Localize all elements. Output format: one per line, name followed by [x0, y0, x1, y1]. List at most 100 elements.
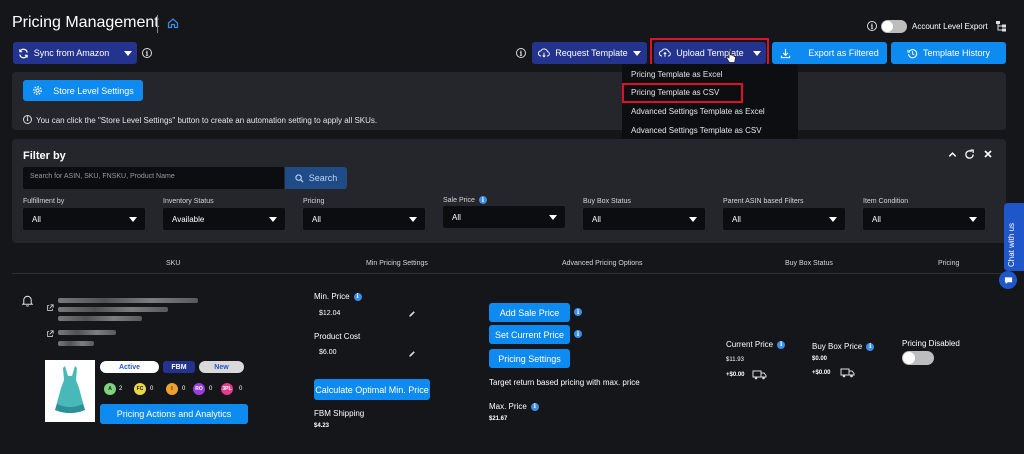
sync-from-amazon-button[interactable]: Sync from Amazon [13, 42, 137, 64]
item-condition-select[interactable]: All [863, 208, 985, 230]
sale-price-label-text: Sale Price [443, 196, 475, 204]
store-level-settings-button[interactable]: Store Level Settings [23, 80, 143, 101]
pricing-settings-button[interactable]: Pricing Settings [489, 349, 570, 368]
pricing-disabled-label: Pricing Disabled [902, 339, 960, 348]
target-return-text: Target return based pricing with max. pr… [489, 378, 640, 387]
set-current-price-button[interactable]: Set Current Price [489, 325, 570, 344]
counter-i-icon: I [166, 383, 178, 395]
max-price-label-text: Max. Price [489, 402, 527, 411]
product-title-blurred [58, 298, 198, 303]
max-price-value: $21.67 [489, 416, 508, 422]
sale-price-info-icon[interactable]: i [478, 196, 487, 204]
fbm-shipping-label: FBM Shipping [314, 409, 365, 418]
refresh-icon[interactable] [964, 149, 975, 160]
export-as-filtered-button[interactable]: Export as Filtered [772, 42, 887, 64]
status-badge-fbm: FBM [163, 361, 195, 373]
pricing-select[interactable]: All [303, 208, 425, 230]
close-icon[interactable] [983, 149, 993, 159]
column-header-advanced-pricing: Advanced Pricing Options [562, 260, 643, 267]
asin-blurred [58, 341, 94, 346]
fulfillment-select[interactable]: All [23, 208, 145, 230]
set-current-info-icon[interactable]: i [574, 330, 582, 338]
account-export-info-icon[interactable]: i [867, 21, 877, 31]
current-price-value: $11.93 [726, 357, 744, 363]
add-sale-info-icon[interactable]: i [574, 308, 582, 316]
sale-price-select[interactable]: All [443, 206, 565, 228]
column-header-min-pricing: Min Pricing Settings [366, 260, 428, 267]
external-link-icon[interactable] [46, 330, 54, 338]
search-button-label: Search [308, 173, 338, 183]
chevron-down-icon [689, 216, 697, 222]
pencil-icon[interactable] [408, 350, 416, 358]
counter-3pl-icon: 3PL [221, 383, 233, 395]
store-settings-info-icon: i [23, 115, 32, 124]
search-input[interactable]: Search for ASIN, SKU, FNSKU, Product Nam… [23, 167, 284, 189]
filter-label-pricing: Pricing [303, 198, 325, 205]
request-template-label: Request Template [555, 48, 628, 58]
menu-item-advanced-excel[interactable]: Advanced Settings Template as Excel [631, 107, 765, 116]
request-info-icon[interactable]: i [516, 48, 526, 58]
sync-info-icon[interactable]: i [142, 48, 152, 58]
menu-item-advanced-csv[interactable]: Advanced Settings Template as CSV [631, 126, 762, 135]
chat-bubble-button[interactable] [999, 271, 1017, 289]
chat-with-us-tab[interactable]: Chat with us [1004, 203, 1024, 271]
truck-icon [840, 367, 855, 378]
chevron-down-icon [409, 216, 417, 222]
counter-a-count: 2 [119, 386, 123, 392]
status-badge-active: Active [100, 361, 159, 373]
download-icon [780, 48, 791, 59]
filter-label-parent-asin: Parent ASIN based Filters [723, 198, 804, 205]
buy-box-status-select[interactable]: All [583, 208, 705, 230]
inventory-status-value: Available [172, 214, 205, 224]
min-price-label: Min. Price i [314, 292, 362, 301]
product-thumbnail-icon [55, 366, 85, 413]
chat-icon [1004, 276, 1013, 285]
sync-label: Sync from Amazon [33, 48, 110, 58]
filter-title: Filter by [23, 150, 66, 162]
external-link-icon[interactable] [46, 304, 54, 312]
search-icon [295, 173, 304, 183]
bell-icon[interactable] [21, 294, 34, 307]
buybox-price-info-icon[interactable]: i [866, 342, 875, 351]
fbm-shipping-value: $4.23 [314, 423, 330, 429]
title-divider [157, 15, 158, 33]
counter-a-icon: A [104, 383, 116, 395]
current-price-info-icon[interactable]: i [777, 340, 786, 349]
max-price-info-icon[interactable]: i [530, 402, 539, 411]
inventory-status-select[interactable]: Available [163, 208, 285, 230]
pencil-icon[interactable] [408, 310, 416, 318]
sitemap-icon[interactable] [995, 20, 1007, 32]
request-template-button[interactable]: Request Template [532, 42, 647, 64]
item-condition-value: All [872, 214, 881, 224]
counter-ro-count: 0 [209, 386, 213, 392]
add-sale-price-button[interactable]: Add Sale Price [489, 303, 570, 322]
export-filtered-label: Export as Filtered [808, 48, 879, 58]
column-header-pricing: Pricing [938, 260, 960, 267]
product-title-blurred-line2 [58, 307, 168, 312]
template-history-button[interactable]: Template History [891, 42, 1006, 64]
max-price-label: Max. Price i [489, 402, 539, 411]
chevron-down-icon [124, 50, 133, 56]
gear-icon [32, 85, 43, 96]
product-image [45, 360, 95, 422]
calculate-optimal-min-price-button[interactable]: Calculate Optimal Min. Price [314, 379, 430, 400]
search-button[interactable]: Search [285, 167, 347, 189]
menu-item-pricing-excel[interactable]: Pricing Template as Excel [631, 70, 722, 79]
chevron-up-icon[interactable] [947, 149, 958, 160]
chevron-down-icon [269, 216, 277, 222]
min-price-label-text: Min. Price [314, 292, 350, 301]
table-header-divider [12, 273, 1006, 274]
account-export-toggle[interactable] [881, 20, 907, 33]
chevron-down-icon [549, 214, 557, 220]
chevron-down-icon [829, 216, 837, 222]
pricing-enabled-toggle[interactable] [902, 351, 934, 365]
parent-asin-select[interactable]: All [723, 208, 845, 230]
chevron-down-icon [129, 216, 137, 222]
product-cost-value: $6.00 [319, 349, 337, 356]
pricing-actions-analytics-button[interactable]: Pricing Actions and Analytics [100, 404, 248, 424]
counter-fc-icon: FC [134, 383, 146, 395]
min-price-info-icon[interactable]: i [353, 292, 362, 301]
home-icon[interactable] [167, 17, 179, 29]
current-price-label-text: Current Price [726, 340, 774, 349]
status-badge-new: New [199, 361, 244, 373]
